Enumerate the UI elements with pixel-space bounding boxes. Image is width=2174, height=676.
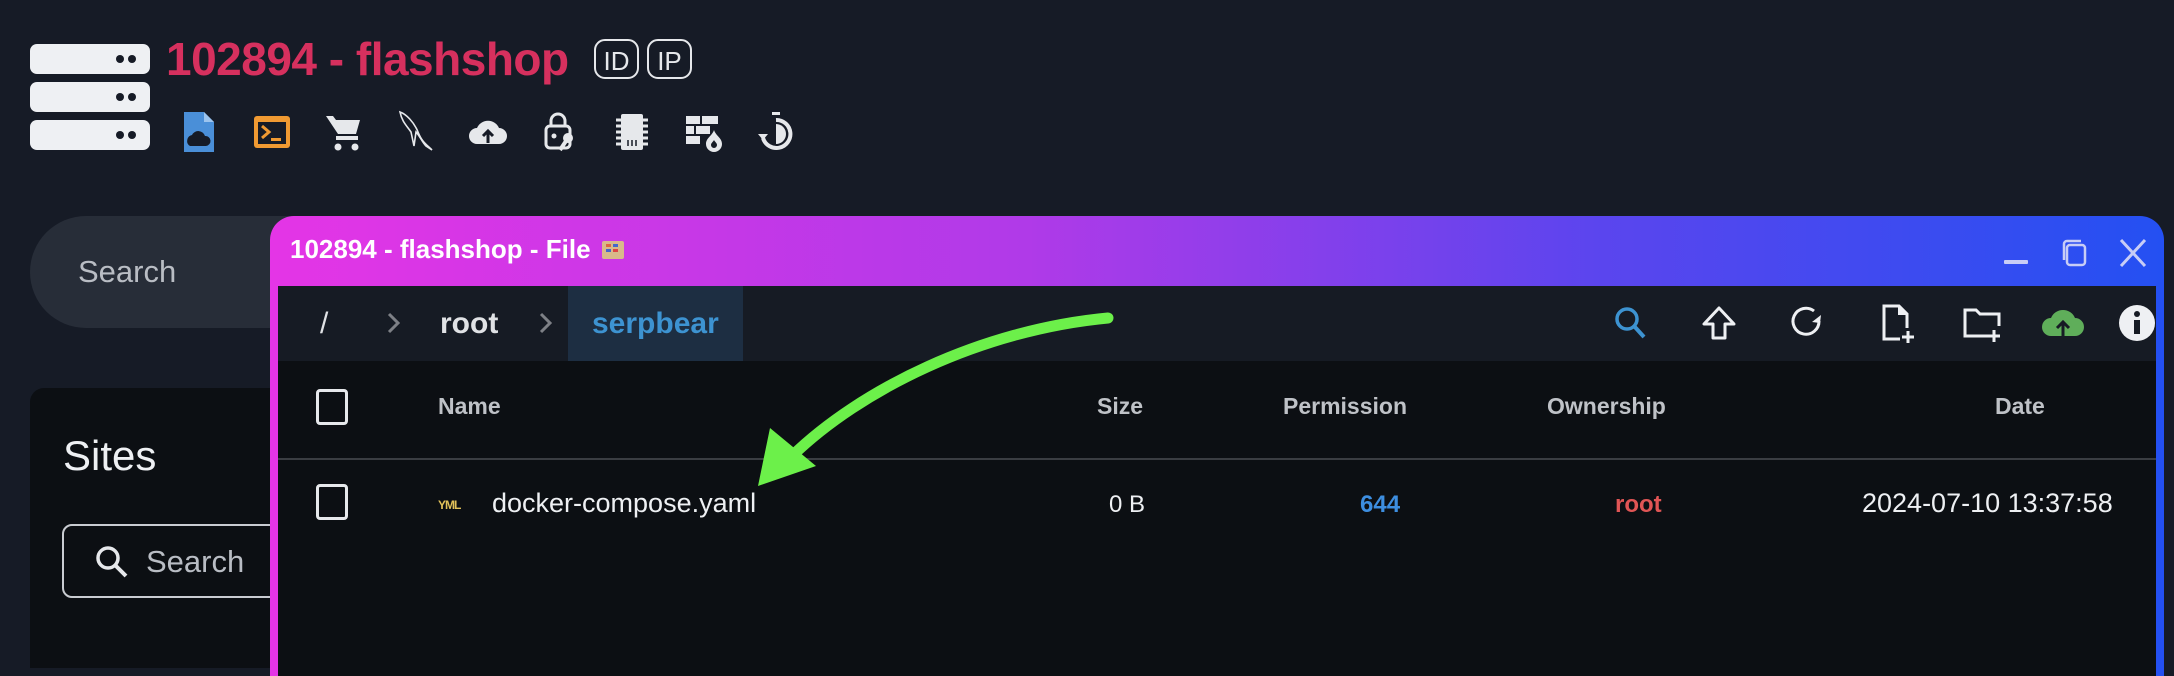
file-date: 2024-07-10 13:37:58	[1862, 488, 2113, 518]
breadcrumb-root-slash[interactable]: /	[320, 286, 328, 361]
file-row[interactable]: YML docker-compose.yaml 0 B 644 root 202…	[278, 460, 2156, 556]
search-icon	[96, 546, 128, 578]
timer-icon[interactable]	[756, 110, 796, 154]
breadcrumb-root[interactable]: root	[440, 286, 498, 361]
chevron-right-icon	[539, 312, 553, 334]
upload-icon[interactable]	[2040, 300, 2086, 346]
file-cloud-icon[interactable]	[180, 110, 220, 154]
sites-title: Sites	[63, 432, 157, 479]
column-permission[interactable]: Permission	[1283, 393, 1407, 420]
search-icon[interactable]	[1608, 300, 1654, 346]
up-directory-icon[interactable]	[1696, 300, 1742, 346]
cart-icon[interactable]	[324, 110, 364, 154]
yaml-file-icon: YML	[438, 498, 461, 512]
search-placeholder: Search	[78, 254, 177, 289]
firewall-icon[interactable]	[684, 110, 724, 154]
row-checkbox[interactable]	[316, 484, 348, 520]
new-file-icon[interactable]	[1872, 300, 1918, 346]
cloud-upload-icon[interactable]	[468, 110, 508, 154]
select-all-checkbox[interactable]	[316, 389, 348, 425]
server-logo-icon	[30, 44, 150, 150]
info-icon[interactable]	[2114, 300, 2160, 346]
restore-button[interactable]	[2058, 236, 2092, 270]
column-date[interactable]: Date	[1995, 393, 2045, 420]
file-name[interactable]: docker-compose.yaml	[492, 488, 756, 519]
file-cabinet-icon	[601, 241, 624, 259]
mysql-dolphin-icon[interactable]	[396, 110, 436, 154]
file-permission[interactable]: 644	[1360, 491, 1400, 519]
column-name[interactable]: Name	[438, 393, 501, 420]
column-size[interactable]: Size	[1097, 393, 1143, 420]
lock-key-icon[interactable]	[540, 110, 580, 154]
file-manager-window: 102894 - flashshop - File / root serpbea…	[270, 216, 2164, 676]
close-button[interactable]	[2116, 236, 2150, 270]
new-folder-icon[interactable]	[1960, 300, 2006, 346]
file-size: 0 B	[1109, 491, 1146, 518]
terminal-icon[interactable]	[252, 110, 292, 154]
file-manager-body: / root serpbear Name Size Permission Own…	[278, 286, 2156, 676]
minimize-button[interactable]	[1998, 236, 2032, 270]
refresh-icon[interactable]	[1784, 300, 1830, 346]
sites-search-placeholder: Search	[146, 544, 245, 579]
memory-chip-icon[interactable]	[612, 110, 652, 154]
server-title: 102894 - flashshop	[166, 33, 569, 85]
id-badge-button[interactable]: ID	[594, 39, 639, 79]
breadcrumb-serpbear[interactable]: serpbear	[568, 286, 743, 361]
ip-badge-button[interactable]: IP	[647, 39, 692, 79]
breadcrumb: / root serpbear	[278, 286, 2156, 361]
window-title: 102894 - flashshop - File	[290, 234, 624, 265]
file-table-header: Name Size Permission Ownership Date	[278, 361, 2156, 460]
file-owner[interactable]: root	[1615, 491, 1662, 519]
chevron-right-icon	[387, 312, 401, 334]
column-ownership[interactable]: Ownership	[1547, 393, 1666, 420]
